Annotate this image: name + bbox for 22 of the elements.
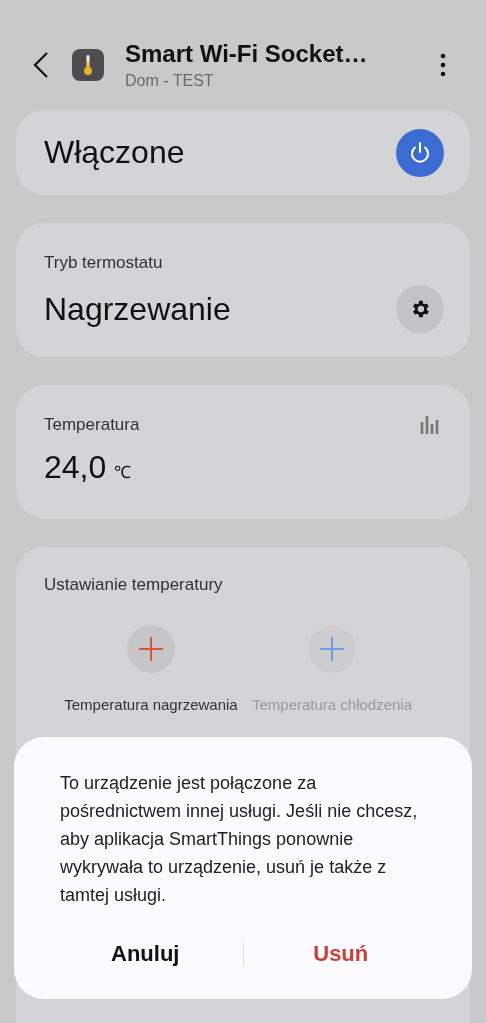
device-title: Smart Wi-Fi Socket… <box>125 40 369 68</box>
temperature-unit: ℃ <box>114 462 132 483</box>
dialog-message: To urządzenie jest połączone za pośrednictwem innej usługi. Jeśli nie chcesz, aby aplikacja SmartThings ponownie wykrywała to urządzenie, usuń je także z tamtej usługi. <box>60 772 419 907</box>
setpoint-title: Ustawianie temperatury <box>44 575 224 595</box>
more-options-icon[interactable] <box>440 53 446 77</box>
cancel-button[interactable]: Anuluj <box>48 931 243 977</box>
mode-label: Tryb termostatu <box>44 253 164 273</box>
add-button[interactable] <box>127 625 175 673</box>
settings-button[interactable] <box>396 285 444 333</box>
temperature-value: 24,0 <box>44 449 107 486</box>
temperature-label: Temperatura <box>44 415 140 435</box>
remove-button[interactable]: Usuń <box>243 931 438 977</box>
power-icon <box>408 140 432 165</box>
power-button[interactable] <box>396 128 444 177</box>
location-subtitle: Dom - TEST <box>125 72 215 90</box>
mode-value: Nagrzewanie <box>44 290 231 328</box>
setpoint-label: Temperatura nagrzewania <box>64 695 238 715</box>
bar-chart-icon[interactable] <box>420 416 440 434</box>
power-status: Włączone <box>44 134 185 171</box>
setpoint-label: Temperatura chłodzenia <box>251 695 413 715</box>
thermometer-icon <box>72 49 104 81</box>
back-icon[interactable] <box>32 51 50 79</box>
